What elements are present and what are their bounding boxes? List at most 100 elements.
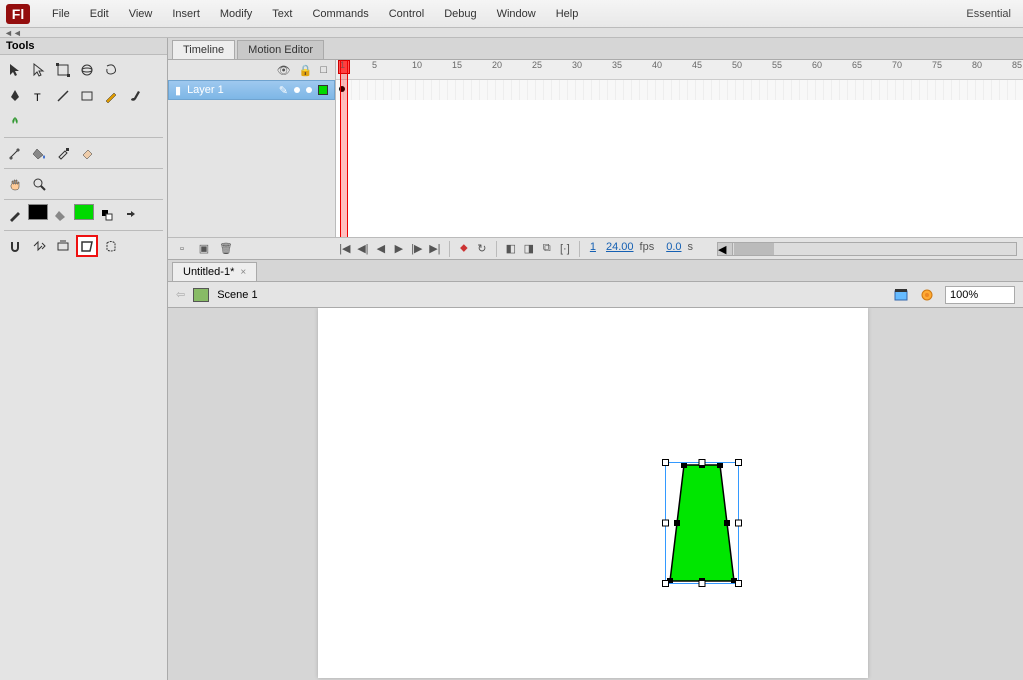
eye-icon[interactable]: 👁: [277, 64, 291, 77]
current-frame-value[interactable]: 1: [586, 241, 600, 257]
selection-handle-top-right[interactable]: [735, 459, 742, 466]
play-button[interactable]: ▶: [391, 241, 407, 257]
selection-handle-bottom-left[interactable]: [662, 580, 669, 587]
menu-control[interactable]: Control: [379, 4, 434, 24]
layer-name: Layer 1: [187, 84, 224, 96]
modify-markers-button[interactable]: [·]: [557, 241, 573, 257]
ruler-mark: 10: [412, 60, 422, 70]
subselection-tool[interactable]: [28, 59, 50, 81]
layer-visibility-dot[interactable]: [294, 87, 300, 93]
tab-motion-editor[interactable]: Motion Editor: [237, 40, 324, 59]
rectangle-tool[interactable]: [76, 85, 98, 107]
loop-button[interactable]: ↻: [474, 241, 490, 257]
ruler-mark: 25: [532, 60, 542, 70]
selection-handle-top-left[interactable]: [662, 459, 669, 466]
menu-file[interactable]: File: [42, 4, 80, 24]
menu-commands[interactable]: Commands: [302, 4, 378, 24]
zoom-field[interactable]: 100%: [945, 286, 1015, 304]
edit-multiple-frames-button[interactable]: ⧉: [539, 241, 555, 257]
layer-row[interactable]: ▮ Layer 1 ✎: [168, 80, 335, 100]
timeline-ruler[interactable]: 1 5 10 15 20 25 30 35 40 45 50 55 60 65: [336, 60, 1023, 80]
menu-insert[interactable]: Insert: [162, 4, 210, 24]
3d-rotation-tool[interactable]: [76, 59, 98, 81]
frame-strip[interactable]: [336, 80, 1023, 100]
menu-text[interactable]: Text: [262, 4, 302, 24]
layer-lock-dot[interactable]: [306, 87, 312, 93]
center-frame-button[interactable]: ⬥: [456, 241, 472, 257]
onion-skin-outlines-button[interactable]: ◨: [521, 241, 537, 257]
ruler-mark: 80: [972, 60, 982, 70]
hand-tool[interactable]: [4, 173, 26, 195]
lock-icon[interactable]: 🔒: [299, 64, 313, 77]
brush-tool[interactable]: [124, 85, 146, 107]
selection-handle-bottom-right[interactable]: [735, 580, 742, 587]
menu-edit[interactable]: Edit: [80, 4, 119, 24]
workspace-selector[interactable]: Essential: [960, 8, 1017, 20]
smooth-option[interactable]: [28, 235, 50, 257]
selection-tool[interactable]: [4, 59, 26, 81]
pen-tool[interactable]: [4, 85, 26, 107]
selection-handle-top-center[interactable]: [699, 459, 706, 466]
selection-handle-mid-left[interactable]: [662, 520, 669, 527]
snap-to-objects-option[interactable]: [4, 235, 26, 257]
fps-value[interactable]: 24.00: [602, 241, 638, 257]
line-tool[interactable]: [52, 85, 74, 107]
onion-skin-button[interactable]: ◧: [503, 241, 519, 257]
back-button[interactable]: ⇦: [176, 288, 185, 301]
scroll-thumb[interactable]: [734, 243, 774, 255]
menu-help[interactable]: Help: [546, 4, 589, 24]
ruler-mark: 70: [892, 60, 902, 70]
eyedropper-tool[interactable]: [52, 142, 74, 164]
straighten-option[interactable]: [52, 235, 74, 257]
eraser-tool[interactable]: [76, 142, 98, 164]
edit-scene-icon[interactable]: [893, 287, 911, 303]
layer-outline-swatch[interactable]: [318, 85, 328, 95]
next-frame-button[interactable]: |▶: [409, 241, 425, 257]
menu-window[interactable]: Window: [487, 4, 546, 24]
menu-debug[interactable]: Debug: [434, 4, 486, 24]
paint-bucket-tool[interactable]: [28, 142, 50, 164]
stage-canvas[interactable]: [318, 308, 868, 678]
play-backward-button[interactable]: ◀: [373, 241, 389, 257]
text-tool[interactable]: T: [28, 85, 50, 107]
distort-option[interactable]: [100, 235, 122, 257]
first-frame-button[interactable]: |◀: [337, 241, 353, 257]
deco-tool[interactable]: [4, 111, 26, 133]
ruler-mark: 5: [372, 60, 377, 70]
zoom-tool[interactable]: [28, 173, 50, 195]
outline-icon[interactable]: □: [320, 64, 327, 76]
delete-layer-button[interactable]: 🗑: [218, 241, 234, 257]
fill-color-swatch[interactable]: [74, 204, 94, 220]
close-tab-icon[interactable]: ×: [240, 267, 246, 278]
selected-shape[interactable]: [666, 463, 738, 583]
tab-timeline[interactable]: Timeline: [172, 40, 235, 59]
envelope-option[interactable]: [76, 235, 98, 257]
playhead-line: [340, 60, 348, 237]
lasso-tool[interactable]: [100, 59, 122, 81]
document-tab[interactable]: Untitled-1* ×: [172, 262, 257, 281]
trapezoid-shape[interactable]: [666, 463, 738, 583]
free-transform-tool[interactable]: [52, 59, 74, 81]
edit-symbols-icon[interactable]: [919, 287, 937, 303]
scene-label[interactable]: Scene 1: [217, 289, 257, 301]
black-and-white-icon[interactable]: [96, 204, 118, 226]
menu-modify[interactable]: Modify: [210, 4, 262, 24]
last-frame-button[interactable]: ▶|: [427, 241, 443, 257]
new-folder-button[interactable]: ▣: [196, 241, 212, 257]
menu-view[interactable]: View: [119, 4, 163, 24]
pencil-tool[interactable]: [100, 85, 122, 107]
selection-handle-bottom-center[interactable]: [699, 580, 706, 587]
swap-colors-icon[interactable]: [120, 204, 142, 226]
stroke-color-swatch[interactable]: [28, 204, 48, 220]
prev-frame-button[interactable]: ◀|: [355, 241, 371, 257]
selection-handle-mid-right[interactable]: [735, 520, 742, 527]
stage-area[interactable]: [168, 308, 1023, 680]
elapsed-time-value[interactable]: 0.0: [662, 241, 685, 257]
new-layer-button[interactable]: ▫: [174, 241, 190, 257]
panel-collapse-bar[interactable]: ◄◄: [0, 28, 1023, 38]
timeline-scrollbar[interactable]: ◀: [717, 242, 1017, 256]
bone-tool[interactable]: [4, 142, 26, 164]
frames-area[interactable]: 1 5 10 15 20 25 30 35 40 45 50 55 60 65: [336, 60, 1023, 237]
scene-icon: [193, 288, 209, 302]
scroll-left-button[interactable]: ◀: [718, 243, 733, 255]
